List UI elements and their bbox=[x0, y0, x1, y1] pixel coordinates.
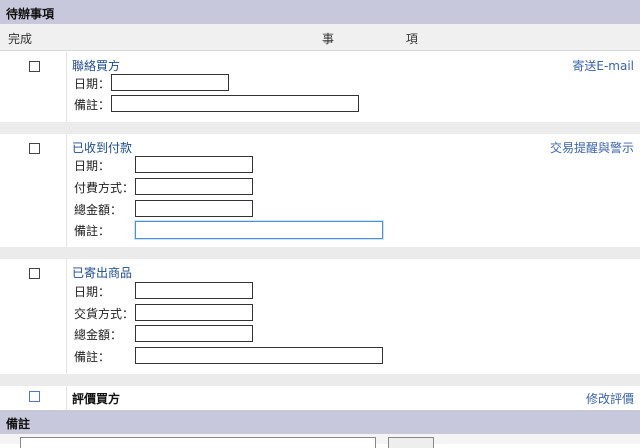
todo-title: 待辦事項 bbox=[6, 7, 55, 21]
shipped-date-input[interactable] bbox=[135, 282, 253, 299]
notes-title: 備註 bbox=[6, 417, 31, 431]
payment-date-input[interactable] bbox=[135, 156, 253, 173]
contact-note-input[interactable] bbox=[111, 95, 359, 112]
rate-buyer-title: 評價買方 bbox=[72, 392, 121, 406]
payment-method-label: 付費方式： bbox=[74, 181, 135, 195]
contact-buyer-checkbox[interactable] bbox=[29, 61, 40, 72]
payment-date-label: 日期： bbox=[74, 159, 111, 173]
shipped-note-input[interactable] bbox=[135, 347, 383, 364]
todo-header-bar: 待辦事項 bbox=[0, 0, 640, 24]
payment-received-title: 已收到付款 bbox=[72, 141, 133, 155]
notes-header-bar: 備註 bbox=[0, 410, 640, 434]
send-email-link[interactable]: 寄送E-mail bbox=[572, 57, 634, 74]
column-item-label: 事 項 bbox=[322, 32, 452, 46]
payment-note-label: 備註： bbox=[74, 224, 111, 238]
section-separator bbox=[0, 374, 640, 386]
delivery-method-label: 交貨方式： bbox=[74, 307, 135, 321]
item-shipped-checkbox[interactable] bbox=[29, 268, 40, 279]
contact-buyer-title: 聯絡買方 bbox=[72, 59, 121, 73]
column-done-label: 完成 bbox=[8, 32, 33, 46]
contact-note-label: 備註： bbox=[74, 98, 111, 112]
column-header: 完成 事 項 bbox=[0, 24, 640, 51]
payment-note-input[interactable] bbox=[135, 221, 383, 239]
section-separator bbox=[0, 247, 640, 259]
column-divider bbox=[66, 50, 67, 410]
shipped-total-label: 總金額： bbox=[74, 328, 123, 342]
contact-date-label: 日期： bbox=[74, 77, 111, 91]
payment-total-input[interactable] bbox=[135, 200, 253, 217]
rate-buyer-checkbox[interactable] bbox=[29, 391, 40, 402]
transaction-alert-link[interactable]: 交易提醒與警示 bbox=[550, 139, 634, 156]
payment-method-input[interactable] bbox=[135, 178, 253, 195]
section-separator bbox=[0, 122, 640, 134]
shipped-date-label: 日期： bbox=[74, 285, 111, 299]
edit-rating-link[interactable]: 修改評價 bbox=[586, 390, 634, 407]
payment-received-checkbox[interactable] bbox=[29, 143, 40, 154]
delivery-method-input[interactable] bbox=[135, 304, 253, 321]
notes-input[interactable] bbox=[20, 437, 376, 448]
item-shipped-title: 已寄出商品 bbox=[72, 266, 133, 280]
shipped-total-input[interactable] bbox=[135, 325, 253, 342]
notes-submit-button[interactable] bbox=[388, 437, 434, 448]
payment-total-label: 總金額： bbox=[74, 203, 123, 217]
shipped-note-label: 備註： bbox=[74, 350, 111, 364]
contact-date-input[interactable] bbox=[111, 74, 229, 91]
